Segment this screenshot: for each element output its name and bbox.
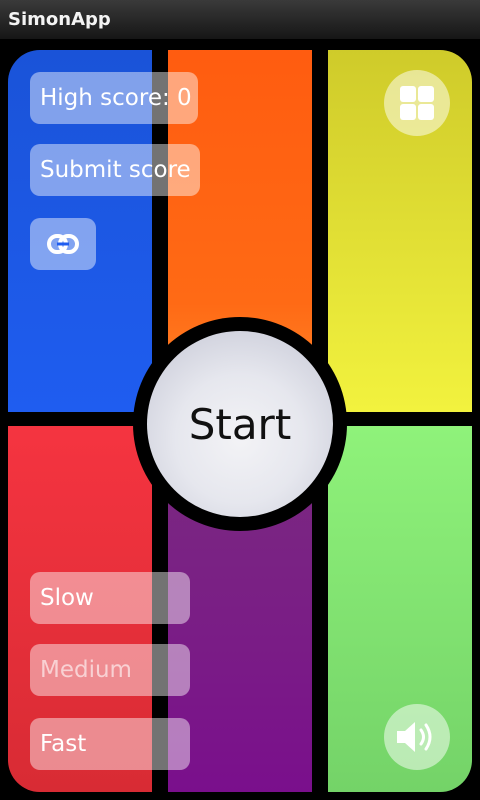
high-score-button[interactable]: High score: 0 (30, 72, 198, 124)
sound-button[interactable] (384, 704, 450, 770)
speaker-icon (397, 722, 432, 752)
menu-button[interactable] (384, 70, 450, 136)
link-button[interactable] (30, 218, 96, 270)
fast-label: Fast (40, 731, 87, 757)
medium-label: Medium (40, 657, 132, 683)
start-label: Start (188, 399, 292, 449)
fast-speed-button[interactable]: Fast (30, 718, 190, 770)
link-icon (47, 234, 79, 254)
slow-speed-button[interactable]: Slow (30, 572, 190, 624)
start-button[interactable]: Start (147, 331, 333, 517)
medium-speed-button[interactable]: Medium (30, 644, 190, 696)
game-board: High score: 0 Submit score Slow Medium F… (0, 40, 480, 800)
app-title: SimonApp (8, 9, 111, 30)
slow-label: Slow (40, 585, 94, 611)
high-score-label: High score: 0 (40, 85, 192, 111)
title-bar: SimonApp (0, 0, 480, 40)
submit-score-button[interactable]: Submit score (30, 144, 200, 196)
submit-score-label: Submit score (40, 157, 191, 183)
grid-menu-icon (400, 86, 434, 120)
